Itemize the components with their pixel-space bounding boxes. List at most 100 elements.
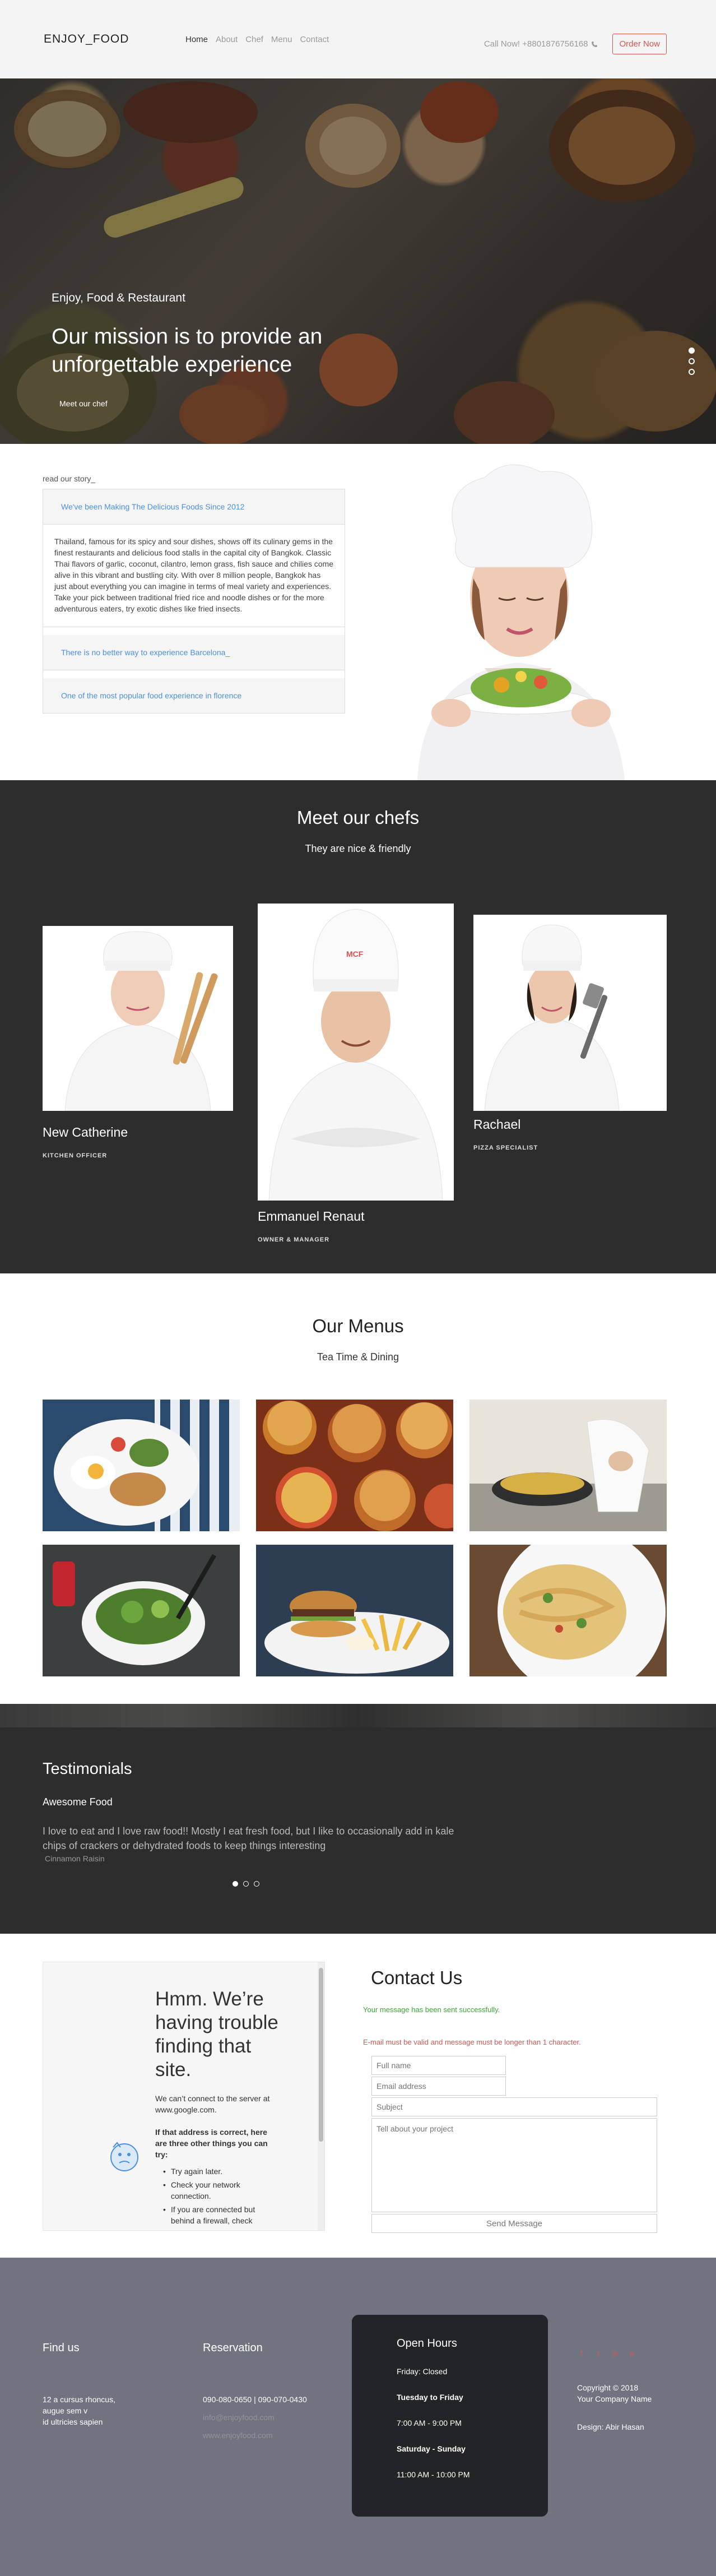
testimonial-dot-3[interactable]	[254, 1881, 259, 1887]
phone-icon	[592, 41, 598, 47]
map-iframe-error[interactable]: Hmm. We’re having trouble finding that s…	[43, 1962, 325, 2231]
hours-line: Friday: Closed	[397, 2367, 448, 2376]
testimonial-dot-1[interactable]	[233, 1881, 238, 1887]
company-name: Your Company Name	[577, 2394, 652, 2403]
twitter-icon[interactable]: t	[594, 2349, 603, 2358]
testimonial-dot-2[interactable]	[243, 1881, 249, 1887]
chef-card-catherine[interactable]: New Catherine KITCHEN OFFICER	[43, 926, 233, 1159]
story-label: read our story_	[43, 474, 96, 483]
slider-dot-3[interactable]	[689, 369, 695, 375]
main-menu: Home About Chef Menu Contact	[185, 35, 329, 44]
slider-dot-2[interactable]	[689, 358, 695, 364]
slider-dot-1[interactable]	[689, 348, 695, 354]
accordion-item-1-header[interactable]: We've been Making The Delicious Foods Si…	[43, 489, 345, 525]
iframe-scrollbar[interactable]	[318, 1962, 324, 2230]
top-navbar: ENJOY_FOOD Home About Chef Menu Contact …	[0, 0, 716, 78]
site-logo[interactable]: ENJOY_FOOD	[44, 33, 185, 46]
hero-title: Our mission is to provide an unforgettab…	[52, 325, 323, 377]
iframe-error-tips-heading: If that address is correct, here are thr…	[155, 2128, 268, 2159]
pasta-image	[469, 1545, 667, 1676]
chef-rachael-photo	[473, 915, 667, 1111]
chefs-section: Meet our chefs They are nice & friendly …	[0, 780, 716, 1273]
order-now-button[interactable]: Order Now	[612, 34, 667, 54]
hero-caption: Enjoy, Food & Restaurant Our mission is …	[52, 291, 365, 409]
testimonials-banner-strip	[0, 1704, 716, 1727]
menus-subtitle: Tea Time & Dining	[317, 1351, 399, 1363]
reservation-email[interactable]: info@enjoyfood.com	[203, 2412, 307, 2423]
testimonial-quote: I love to eat and I love raw food!! Most…	[43, 1826, 454, 1851]
burger-fries-image	[256, 1545, 453, 1676]
meet-chef-link[interactable]: Meet our chef	[59, 399, 108, 408]
hero-slider-dots	[689, 348, 695, 375]
reservation-phones[interactable]: 090-080-0650 | 090-070-0430	[203, 2394, 307, 2405]
chef-name: Rachael	[473, 1117, 521, 1132]
iframe-scroll-thumb[interactable]	[319, 1968, 323, 2142]
nav-right: Call Now! +8801876756168 Order Now	[484, 34, 667, 54]
contact-title: Contact Us	[371, 1967, 463, 1988]
email-input[interactable]	[371, 2077, 506, 2096]
breakfast-plate-image	[43, 1400, 240, 1531]
menus-section: Our Menus Tea Time & Dining	[0, 1273, 716, 1704]
message-textarea[interactable]	[371, 2118, 657, 2212]
reservation-site[interactable]: www.enjoyfood.com	[203, 2430, 307, 2441]
accordion-item-2-header[interactable]: There is no better way to experience Bar…	[43, 627, 345, 670]
menu-item-breakfast-plate[interactable]	[43, 1400, 240, 1531]
pinterest-icon[interactable]: p	[627, 2349, 636, 2358]
hours-line: Saturday - Sunday	[397, 2444, 466, 2453]
testimonials-subtitle: Awesome Food	[43, 1796, 113, 1808]
instagram-icon[interactable]: ◎	[611, 2349, 620, 2358]
menu-item-salad-bowl[interactable]	[43, 1545, 240, 1676]
chef-role: KITCHEN OFFICER	[43, 1152, 108, 1159]
burgers-pizza-image	[256, 1400, 453, 1531]
chef-card-rachael[interactable]: Rachael PIZZA SPECIALIST	[473, 915, 667, 1151]
phone-label: Call Now! +8801876756168	[483, 39, 588, 49]
address-line: 12 a cursus rhoncus,	[43, 2395, 115, 2404]
error-message: E-mail must be valid and message must be…	[363, 2038, 581, 2046]
open-hours-title: Open Hours	[397, 2337, 457, 2350]
footer-reservation: Reservation 090-080-0650 | 090-070-0430 …	[203, 2342, 307, 2441]
find-us-title: Find us	[43, 2342, 80, 2354]
menu-item-burger-fries[interactable]	[256, 1545, 453, 1676]
iframe-tip: Check your network connection.	[163, 2179, 278, 2202]
copyright-line: Copyright © 2018	[577, 2383, 639, 2392]
social-links: f t ◎ p	[577, 2349, 636, 2358]
nav-link-home[interactable]: Home	[185, 35, 208, 44]
address-line: augue sem v	[43, 2406, 88, 2415]
nav-link-contact[interactable]: Contact	[300, 35, 329, 44]
menu-item-burgers-pizza[interactable]	[256, 1400, 453, 1531]
iframe-tip: Try again later.	[163, 2166, 278, 2177]
chef-card-emmanuel[interactable]: MCF Emmanuel Renaut OWNER & MANAGER	[258, 904, 454, 1243]
salad-bowl-image	[43, 1545, 240, 1676]
testimonials-title: Testimonials	[43, 1760, 132, 1778]
hero-slider: Enjoy, Food & Restaurant Our mission is …	[0, 78, 716, 444]
menu-item-chef-cooking[interactable]	[469, 1400, 667, 1531]
hours-line: Tuesday to Friday	[397, 2393, 463, 2402]
iframe-error-text: We can’t connect to the server at www.go…	[155, 2094, 270, 2114]
sad-dino-icon	[110, 2142, 138, 2171]
chef-cooking-image	[469, 1400, 667, 1531]
design-credit[interactable]: Design: Abir Hasan	[577, 2421, 652, 2433]
nav-link-menu[interactable]: Menu	[271, 35, 292, 44]
fullname-input[interactable]	[371, 2056, 506, 2075]
iframe-error-title: Hmm. We’re having trouble finding that s…	[155, 1988, 278, 2081]
reservation-title: Reservation	[203, 2342, 263, 2354]
send-message-button[interactable]: Send Message	[371, 2214, 657, 2233]
site-footer: Find us 12 a cursus rhoncus, augue sem v…	[0, 2258, 716, 2576]
contact-section: Hmm. We’re having trouble finding that s…	[0, 1934, 716, 2258]
facebook-icon[interactable]: f	[577, 2349, 586, 2358]
chef-emmanuel-photo: MCF	[258, 904, 454, 1201]
female-chef-image	[373, 455, 664, 780]
nav-link-chef[interactable]: Chef	[245, 35, 263, 44]
footer-copyright: Copyright © 2018 Your Company Name Desig…	[577, 2382, 652, 2433]
phone-number[interactable]: Call Now! +8801876756168	[484, 39, 598, 49]
testimonial-author: Cinnamon Raisin	[45, 1854, 105, 1863]
subject-input[interactable]	[371, 2097, 657, 2116]
nav-link-about[interactable]: About	[216, 35, 238, 44]
iframe-tip: If you are connected but behind a firewa…	[163, 2204, 278, 2226]
hero-subtitle: Enjoy, Food & Restaurant	[52, 291, 185, 304]
chefs-subtitle: They are nice & friendly	[305, 843, 411, 854]
footer-find-us: Find us 12 a cursus rhoncus, augue sem v…	[43, 2342, 115, 2427]
menu-item-pasta[interactable]	[469, 1545, 667, 1676]
accordion-item-3-header[interactable]: One of the most popular food experience …	[43, 670, 345, 713]
success-message: Your message has been sent successfully.	[363, 2005, 500, 2014]
